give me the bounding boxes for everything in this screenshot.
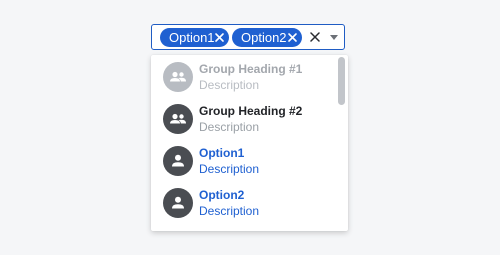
close-icon[interactable] [214, 32, 225, 43]
option-description: Description [199, 78, 260, 92]
person-icon [163, 146, 193, 176]
option-title: Group Heading #2 [199, 104, 303, 118]
chip-label: Option1 [169, 30, 215, 45]
option-title: Option1 [199, 146, 245, 160]
scrollbar-thumb[interactable] [338, 57, 345, 105]
list-item[interactable]: Group Heading #1 Description [151, 57, 337, 99]
option-description: Description [199, 162, 260, 176]
page: Option1 Option2 Group Heading #1 Descrip… [0, 0, 500, 255]
option-description: Description [199, 120, 260, 134]
list-item[interactable]: Option1 Description [151, 141, 337, 183]
option-title: Option2 [199, 188, 245, 202]
caret-down-icon[interactable] [330, 35, 338, 40]
selected-chip-option2: Option2 [232, 28, 302, 47]
option-title: Group Heading #1 [199, 62, 303, 76]
close-icon[interactable] [287, 32, 298, 43]
list-item[interactable]: Group Heading #2 Description [151, 99, 337, 141]
list-item[interactable]: Option2 Description [151, 183, 337, 225]
group-icon [163, 104, 193, 134]
multiselect-combobox[interactable]: Option1 Option2 [151, 24, 345, 50]
selected-chip-option1: Option1 [160, 28, 229, 47]
chip-label: Option2 [241, 30, 287, 45]
group-icon [163, 62, 193, 92]
option-description: Description [199, 204, 260, 218]
clear-icon[interactable] [310, 32, 320, 42]
dropdown-listbox: Group Heading #1 Description Group Headi… [151, 55, 348, 231]
person-icon [163, 188, 193, 218]
